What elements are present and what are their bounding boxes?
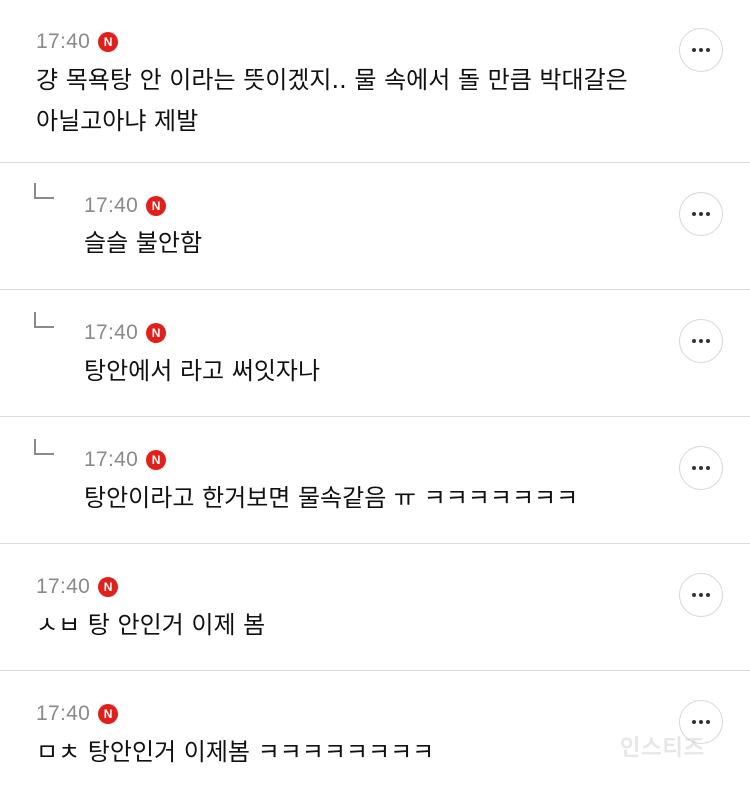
more-options-button[interactable] [679, 28, 723, 72]
new-badge-icon: N [146, 196, 167, 216]
comment-text: ㅁㅊ 탕안인거 이제봄 ㅋㅋㅋㅋㅋㅋㅋㅋ [36, 738, 435, 766]
more-options-icon [692, 720, 696, 724]
comment-time: 17:40 [36, 702, 91, 725]
comment-meta: 17:40 N [84, 192, 167, 220]
new-badge-icon: N [146, 323, 167, 343]
comment-item: 17:40 N ㅅㅂ 탕 안인거 이제 봄 [0, 544, 750, 670]
more-options-icon [692, 593, 696, 597]
new-badge-icon: N [98, 32, 119, 52]
comment-time: 17:40 [36, 30, 91, 53]
watermark: 인스티즈 [620, 736, 705, 761]
comment-meta: 17:40 N [84, 319, 167, 347]
comment-meta: 17:40 N [36, 28, 119, 56]
new-badge-icon: N [98, 577, 119, 597]
more-options-icon [692, 48, 696, 52]
comment-text: ㅅㅂ 탕 안인거 이제 봄 [36, 611, 266, 639]
comment-time: 17:40 [36, 575, 91, 598]
comment-text: 탕안에서 라고 써잇자나 [84, 357, 321, 385]
more-options-icon [692, 212, 696, 216]
more-options-button[interactable] [679, 192, 723, 236]
reply-item: 17:40 N 탕안이라고 한거보면 물속같음 ㅠ ㅋㅋㅋㅋㅋㅋㅋ [0, 417, 750, 543]
more-options-button[interactable] [679, 573, 723, 617]
more-options-button[interactable] [679, 446, 723, 490]
comment-text: 탕안이라고 한거보면 물속같음 ㅠ ㅋㅋㅋㅋㅋㅋㅋ [84, 484, 579, 512]
more-options-icon [692, 339, 696, 343]
more-options-button[interactable] [679, 319, 723, 363]
reply-arrow-icon [34, 312, 54, 328]
comment-meta: 17:40 N [36, 573, 119, 601]
reply-arrow-icon [34, 183, 54, 199]
more-options-icon [692, 466, 696, 470]
comment-time: 17:40 [84, 448, 139, 471]
reply-item: 17:40 N 슬슬 불안함 [0, 163, 750, 289]
comment-meta: 17:40 N [36, 700, 119, 728]
comment-time: 17:40 [84, 321, 139, 344]
comment-item: 17:40 N 걍 목욕탕 안 이라는 뜻이겠지.. 물 속에서 돌 만큼 박대… [0, 0, 750, 162]
comment-text: 걍 목욕탕 안 이라는 뜻이겠지.. 물 속에서 돌 만큼 박대갈은 아닐고아냐… [36, 66, 628, 135]
new-badge-icon: N [146, 450, 167, 470]
new-badge-icon: N [98, 704, 119, 724]
comment-item: 17:40 N ㅁㅊ 탕안인거 이제봄 ㅋㅋㅋㅋㅋㅋㅋㅋ [0, 671, 750, 787]
comment-meta: 17:40 N [84, 446, 167, 474]
comment-text: 슬슬 불안함 [84, 229, 203, 257]
comment-time: 17:40 [84, 194, 139, 217]
reply-arrow-icon [34, 439, 54, 455]
reply-item: 17:40 N 탕안에서 라고 써잇자나 [0, 290, 750, 416]
